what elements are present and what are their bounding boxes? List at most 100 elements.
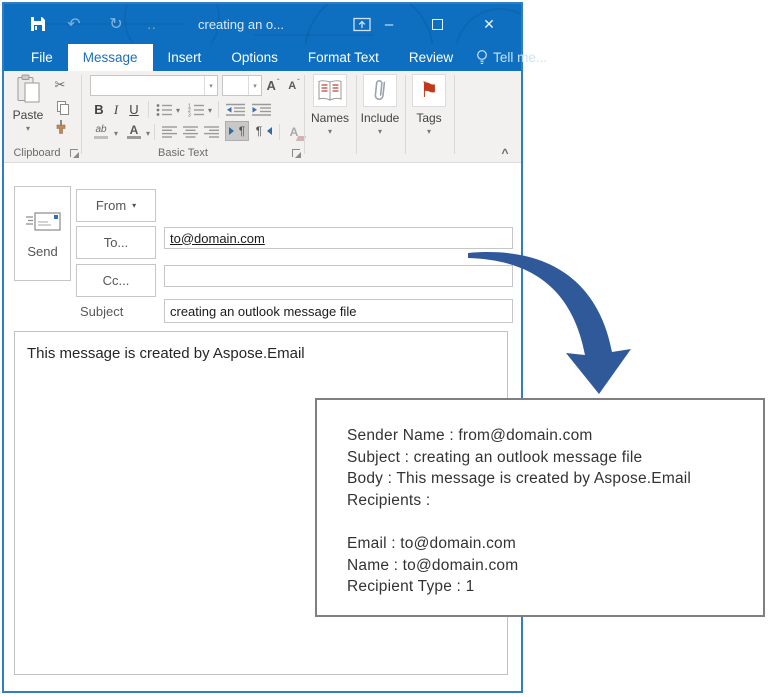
right-to-left-button[interactable]: ¶ [253, 121, 275, 141]
include-button[interactable]: Include ▾ [357, 74, 403, 136]
scissors-icon: ✂ [54, 77, 66, 92]
names-label: Names [310, 111, 349, 125]
tell-me-label: Tell me... [493, 50, 548, 65]
align-center-icon [182, 125, 198, 138]
numbering-caret[interactable]: ▾ [206, 107, 214, 115]
italic-button[interactable]: I [109, 99, 123, 120]
output-line: Email : to@domain.com [347, 534, 516, 552]
font-size-combo[interactable]: ▾ [222, 75, 262, 96]
cc-button[interactable]: Cc... [76, 264, 156, 297]
ltr-pilcrow-icon: ¶ [238, 124, 246, 138]
clipboard-dialog-launcher[interactable] [70, 149, 79, 158]
font-color-button[interactable]: A [124, 122, 144, 141]
tab-review[interactable]: Review [394, 44, 468, 71]
cut-button[interactable]: ✂ [50, 76, 70, 94]
redo-button[interactable]: ↻ [104, 4, 128, 44]
tab-tell-me[interactable]: Tell me... [468, 44, 562, 71]
increase-indent-button[interactable] [250, 100, 272, 119]
numbering-button[interactable]: 1 2 3 [186, 100, 206, 119]
basic-text-dialog-launcher[interactable] [292, 149, 301, 158]
clear-formatting-icon: A [290, 123, 307, 141]
maximize-button[interactable] [424, 4, 450, 44]
paste-label: Paste [12, 108, 44, 122]
align-center-button[interactable] [181, 123, 199, 140]
tags-label: Tags [416, 111, 442, 125]
decrease-indent-button[interactable] [224, 100, 246, 119]
output-line: Recipient Type : 1 [347, 578, 475, 596]
names-caret: ▾ [327, 127, 332, 136]
bullets-caret[interactable]: ▾ [174, 107, 182, 115]
to-field[interactable]: to@domain.com [164, 227, 513, 249]
paste-clipboard-icon [16, 74, 41, 104]
to-recipient: to@domain.com [170, 230, 265, 246]
ribbon-display-options-button[interactable] [348, 4, 376, 44]
flag-icon: ⚑ [412, 74, 446, 107]
undo-icon: ↶ [67, 16, 81, 33]
redo-icon: ↻ [109, 16, 123, 33]
names-button[interactable]: Names ▾ [307, 74, 353, 136]
qat-more-icon: .. [147, 16, 157, 32]
increase-indent-icon [251, 103, 271, 116]
font-color-caret[interactable]: ▾ [144, 130, 152, 138]
maximize-icon [431, 18, 443, 30]
format-painter-button[interactable] [51, 118, 71, 136]
address-book-icon [313, 74, 347, 107]
tags-button[interactable]: ⚑ Tags ▾ [406, 74, 452, 136]
text-highlight-icon: ab [94, 124, 108, 139]
shrink-font-icon: A [288, 80, 297, 92]
align-right-button[interactable] [202, 123, 220, 140]
underline-button[interactable]: U [125, 99, 143, 120]
grow-font-button[interactable]: A ˆ [264, 77, 282, 95]
tab-insert[interactable]: Insert [153, 44, 217, 71]
undo-button[interactable]: ↶ [62, 4, 86, 44]
ribbon-tab-bar: File Message Insert Options Format Text … [4, 44, 547, 71]
highlight-caret[interactable]: ▾ [112, 130, 120, 138]
from-button[interactable]: From ▾ [76, 189, 156, 222]
console-output-panel: Sender Name : from@domain.com Subject : … [315, 398, 765, 617]
copy-button[interactable] [51, 97, 71, 115]
to-label: To... [103, 235, 129, 250]
numbered-list-icon: 1 2 3 [188, 103, 205, 117]
collapse-ribbon-button[interactable]: ^ [497, 146, 513, 160]
save-icon [30, 16, 46, 32]
qat-more-button[interactable]: .. [142, 4, 162, 44]
minimize-icon: – [384, 15, 394, 33]
font-name-combo[interactable]: ▾ [90, 75, 218, 96]
subject-field[interactable]: creating an outlook message file [164, 299, 513, 323]
ltr-arrow [228, 127, 238, 135]
rtl-arrow [263, 127, 273, 135]
svg-text:3: 3 [188, 112, 191, 117]
bold-button[interactable]: B [91, 99, 107, 120]
from-caret: ▾ [132, 201, 137, 210]
save-button[interactable] [26, 4, 50, 44]
to-button[interactable]: To... [76, 226, 156, 259]
clipboard-group-label: Clipboard [13, 147, 61, 159]
close-icon: ✕ [483, 15, 495, 32]
cc-field[interactable] [164, 265, 513, 287]
align-left-button[interactable] [160, 123, 178, 140]
include-label: Include [360, 111, 400, 125]
minimize-button[interactable]: – [376, 4, 402, 44]
shrink-font-button[interactable]: A ˇ [285, 77, 303, 95]
subject-label: Subject [80, 304, 124, 319]
basic-text-group-label: Basic Text [158, 147, 208, 159]
tab-options[interactable]: Options [216, 44, 293, 71]
grow-arrow: ˆ [276, 77, 280, 87]
left-to-right-button[interactable]: ¶ [225, 121, 249, 141]
send-button[interactable]: Send [14, 186, 71, 281]
close-button[interactable]: ✕ [476, 4, 502, 44]
tab-message[interactable]: Message [67, 44, 153, 71]
lightbulb-icon [476, 49, 488, 66]
output-line: Subject : creating an outlook message fi… [347, 448, 643, 466]
output-line: Sender Name : from@domain.com [347, 427, 593, 444]
tab-file[interactable]: File [16, 44, 68, 71]
paste-button[interactable]: Paste ▾ [8, 74, 48, 133]
compose-header: Send From ▾ To... to@domain.com Cc... Su… [4, 163, 521, 331]
bullets-button[interactable] [154, 100, 174, 119]
font-color-icon: A [127, 124, 141, 139]
clear-formatting-button[interactable]: A [284, 122, 307, 141]
from-label: From [95, 198, 127, 213]
text-highlight-button[interactable]: ab [90, 122, 112, 141]
tab-format-text[interactable]: Format Text [293, 44, 394, 71]
align-left-icon [161, 125, 177, 138]
